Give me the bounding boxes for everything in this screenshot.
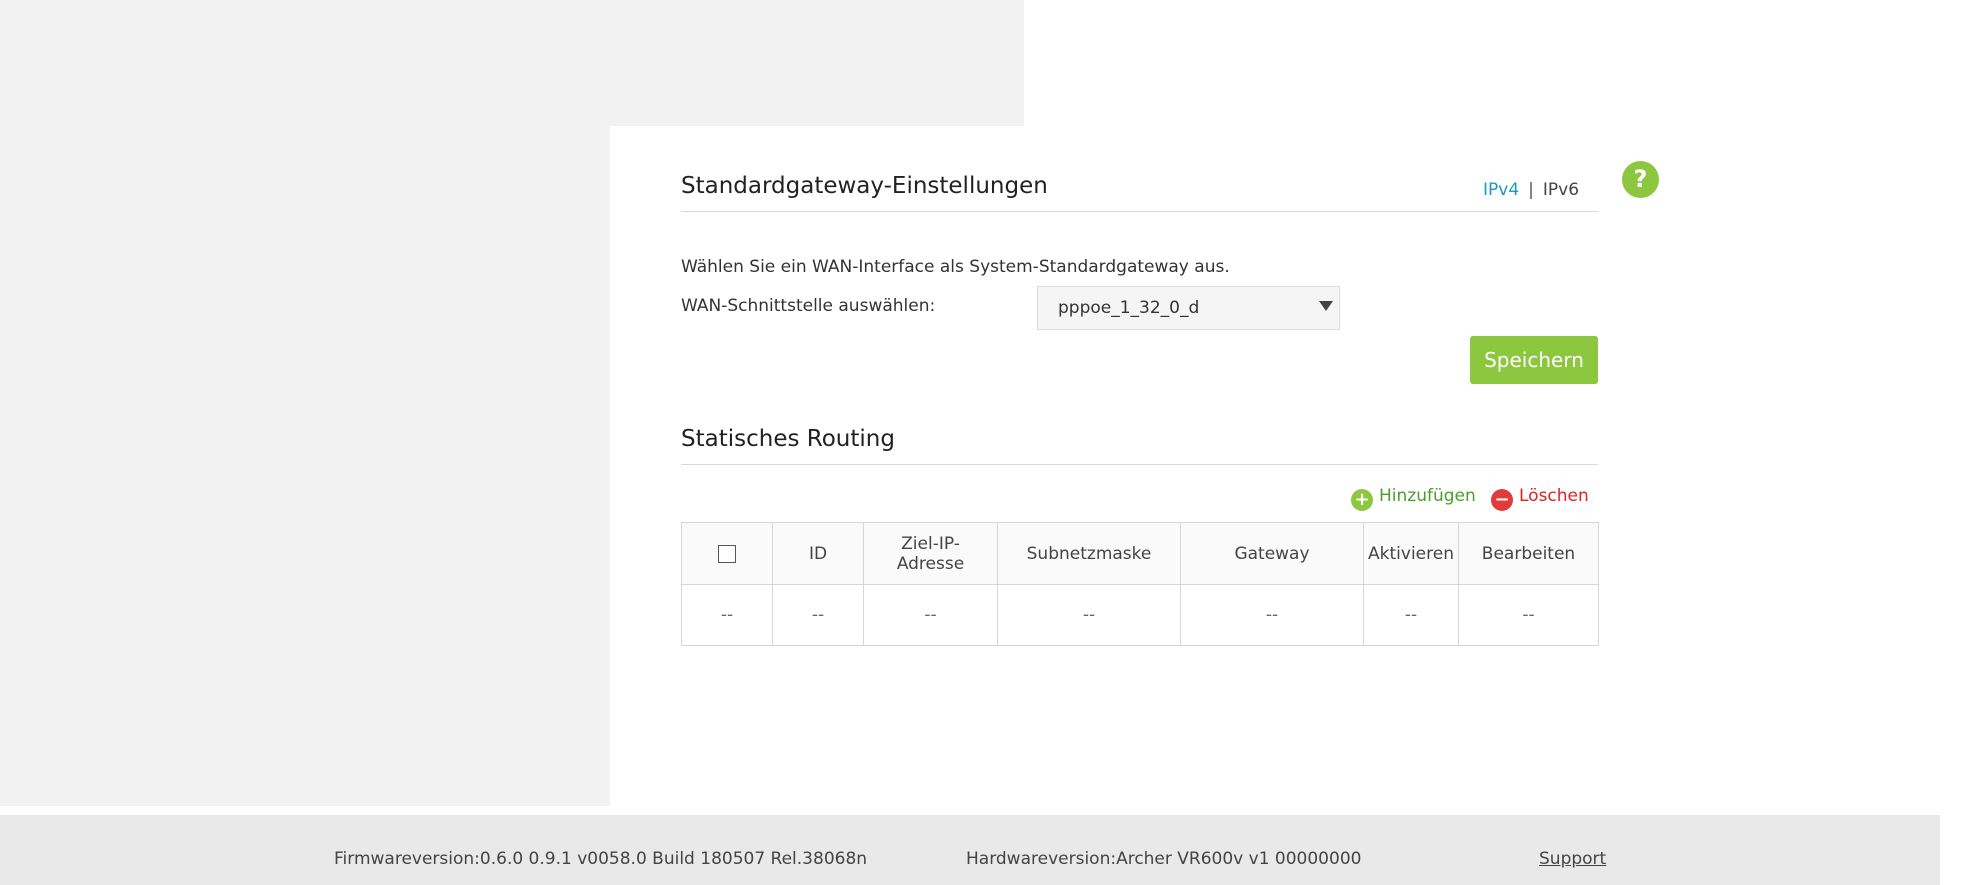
routing-divider <box>681 464 1598 465</box>
header-subnet-mask: Subnetzmaske <box>997 522 1181 585</box>
footer: Firmwareversion:0.6.0 0.9.1 v0058.0 Buil… <box>0 815 1940 885</box>
plus-circle-icon: + <box>1351 489 1373 511</box>
cell-id: -- <box>772 584 864 646</box>
content-panel <box>610 126 1940 806</box>
firmware-version: Firmwareversion:0.6.0 0.9.1 v0058.0 Buil… <box>334 849 868 869</box>
header-target-ip: Ziel-IP- Adresse <box>863 522 998 585</box>
ip-version-switch: IPv4 | IPv6 <box>1483 180 1579 200</box>
cell-gateway: -- <box>1180 584 1364 646</box>
table-row: -- -- -- -- -- -- -- <box>681 584 1599 646</box>
delete-route-label: Löschen <box>1519 486 1589 506</box>
tab-ipv4[interactable]: IPv4 <box>1483 180 1519 200</box>
cell-enable: -- <box>1363 584 1459 646</box>
gateway-description: Wählen Sie ein WAN-Interface als System-… <box>681 257 1230 277</box>
delete-route-button[interactable]: − Löschen <box>1491 486 1589 511</box>
background-left <box>0 0 610 806</box>
routing-table: ID Ziel-IP- Adresse Subnetzmaske Gateway… <box>681 522 1599 646</box>
caret-down-icon <box>1319 301 1333 311</box>
gateway-divider <box>681 211 1598 212</box>
minus-circle-icon: − <box>1491 489 1513 511</box>
gateway-section-title: Standardgateway-Einstellungen <box>681 173 1048 199</box>
cell-subnet-mask: -- <box>997 584 1181 646</box>
save-button[interactable]: Speichern <box>1470 336 1598 384</box>
select-all-checkbox[interactable] <box>718 544 736 563</box>
add-route-button[interactable]: + Hinzufügen <box>1351 486 1476 511</box>
table-header-row: ID Ziel-IP- Adresse Subnetzmaske Gateway… <box>681 522 1599 585</box>
help-button[interactable]: ? <box>1622 161 1659 198</box>
tab-ipv6[interactable]: IPv6 <box>1543 180 1579 200</box>
cell-edit: -- <box>1458 584 1599 646</box>
header-edit: Bearbeiten <box>1458 522 1599 585</box>
routing-section-title: Statisches Routing <box>681 426 895 452</box>
wan-interface-select[interactable]: pppoe_1_32_0_d <box>1037 286 1340 330</box>
cell-target-ip: -- <box>863 584 998 646</box>
question-icon: ? <box>1633 165 1648 193</box>
hardware-version: Hardwareversion:Archer VR600v v1 0000000… <box>966 849 1362 869</box>
header-enable: Aktivieren <box>1363 522 1459 585</box>
tab-separator: | <box>1528 180 1534 200</box>
wan-interface-value: pppoe_1_32_0_d <box>1058 298 1200 318</box>
cell-select: -- <box>681 584 773 646</box>
header-select-all <box>681 522 773 585</box>
wan-interface-label: WAN-Schnittstelle auswählen: <box>681 296 936 316</box>
support-link[interactable]: Support <box>1539 849 1606 869</box>
header-gateway: Gateway <box>1180 522 1364 585</box>
header-id: ID <box>772 522 864 585</box>
add-route-label: Hinzufügen <box>1379 486 1476 506</box>
